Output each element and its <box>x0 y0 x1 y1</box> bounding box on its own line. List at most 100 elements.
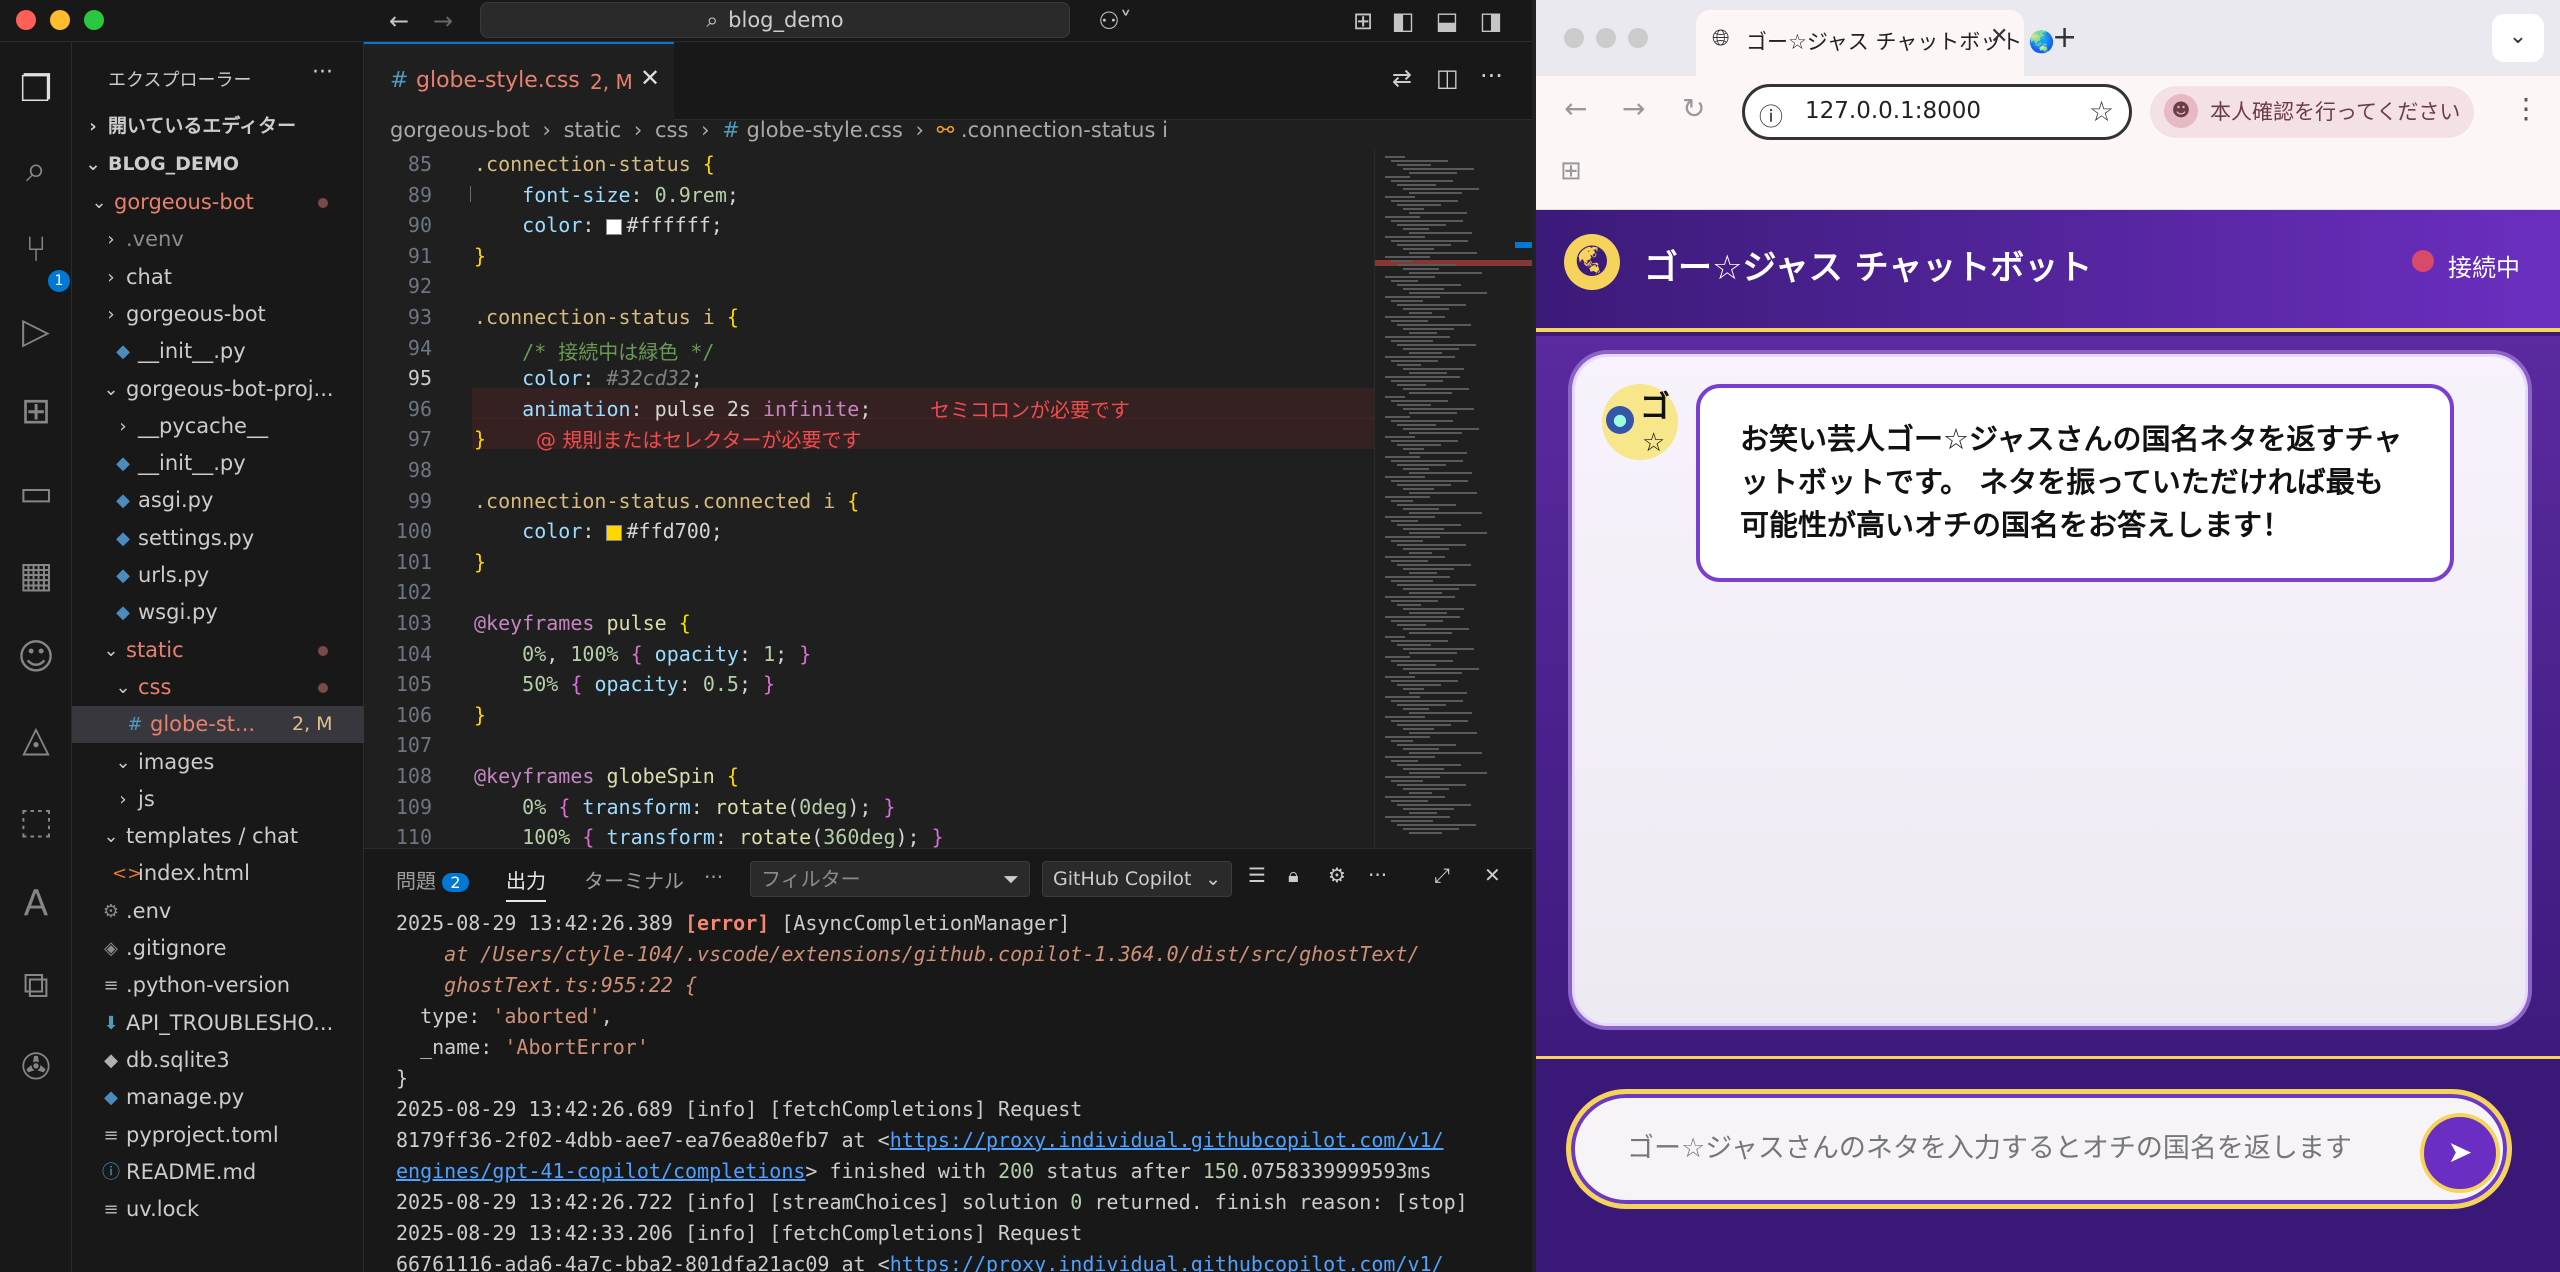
tree-item[interactable]: <> index.html <box>72 855 364 892</box>
bookmark-star-icon[interactable]: ☆ <box>2089 95 2114 128</box>
tree-item[interactable]: ⌄ gorgeous-bot <box>72 184 364 221</box>
more-actions-icon[interactable]: ··· <box>312 60 333 85</box>
tree-item[interactable]: ◆ db.sqlite3 <box>72 1042 364 1079</box>
toggle-secondary-sidebar-icon[interactable]: ◨ <box>1476 6 1506 36</box>
new-tab-icon[interactable]: + <box>2052 20 2077 55</box>
copilot-chat-icon[interactable]: ☺ <box>12 634 60 682</box>
compare-changes-icon[interactable]: ⇄ <box>1392 64 1412 92</box>
calendar-icon[interactable]: ▦ <box>12 552 60 600</box>
remote-explorer-icon[interactable]: ▭ <box>12 470 60 518</box>
tree-item[interactable]: ⌄ static <box>72 632 364 669</box>
tree-item[interactable]: ◆ urls.py <box>72 557 364 594</box>
more-tabs-icon[interactable]: ··· <box>704 865 723 889</box>
clear-output-icon[interactable]: ☰ <box>1248 863 1266 887</box>
send-button[interactable]: ➤ <box>2420 1113 2500 1193</box>
breadcrumb-item[interactable]: .connection-status i <box>961 118 1168 142</box>
reload-icon[interactable]: ↻ <box>1682 92 1705 125</box>
breadcrumb-item[interactable]: globe-style.css <box>747 118 903 142</box>
address-bar[interactable]: ⓘ 127.0.0.1:8000 ☆ <box>1742 84 2132 140</box>
tree-item[interactable]: ⌄ css <box>72 669 364 706</box>
back-arrow-icon[interactable]: ← <box>384 6 414 36</box>
command-center-search[interactable]: ⌕ blog_demo <box>480 2 1070 38</box>
breadcrumb-item[interactable]: static <box>564 118 622 142</box>
editor-more-icon[interactable]: ··· <box>1480 62 1503 90</box>
tree-item[interactable]: › __pycache__ <box>72 408 364 445</box>
forward-arrow-icon[interactable]: → <box>1622 92 1645 125</box>
maximize-window-button[interactable] <box>1628 28 1648 48</box>
tab-search-icon[interactable]: ⌄ <box>2492 14 2544 62</box>
filter-icon[interactable]: ⏷ <box>1003 862 1019 896</box>
extensions-icon[interactable]: ⊞ <box>12 388 60 436</box>
tab-terminal[interactable]: ターミナル <box>584 865 684 894</box>
tree-item[interactable]: ⚙ .env <box>72 893 364 930</box>
tree-item[interactable]: ≡ .python-version <box>72 967 364 1004</box>
breadcrumb-item[interactable]: css <box>655 118 688 142</box>
copilot-icon[interactable]: ⚇˅ <box>1090 6 1140 36</box>
tree-item[interactable]: # globe-st... 2, M <box>72 706 364 744</box>
tree-item[interactable]: › .venv <box>72 221 364 258</box>
azure-icon[interactable]: A <box>12 880 60 928</box>
tree-item[interactable]: ◆ __init__.py <box>72 333 364 370</box>
back-arrow-icon[interactable]: ← <box>1564 92 1587 125</box>
database-icon[interactable]: ⧉ <box>12 962 60 1010</box>
chat-input[interactable]: ゴー☆ジャスさんのネタを入力するとオチの国名を返します <box>1566 1089 2512 1209</box>
containers-icon[interactable]: ⬚ <box>12 798 60 846</box>
minimize-window-button[interactable] <box>1596 28 1616 48</box>
tree-item[interactable]: ⓘ README.md <box>72 1154 364 1191</box>
split-editor-icon[interactable]: ◫ <box>1436 64 1459 92</box>
code-editor[interactable]: 85 .connection-status {89 font-size: 0.9r… <box>364 150 1374 848</box>
toggle-primary-sidebar-icon[interactable]: ◧ <box>1388 6 1418 36</box>
forward-arrow-icon[interactable]: → <box>428 6 458 36</box>
site-info-icon[interactable]: ⓘ <box>1759 97 1783 132</box>
open-editors-section[interactable]: › 開いているエディター <box>72 108 364 145</box>
tree-item[interactable]: ◆ asgi.py <box>72 482 364 519</box>
output-channel-select[interactable]: GitHub Copilot ⌄ <box>1042 861 1232 897</box>
tree-item[interactable]: › gorgeous-bot <box>72 296 364 333</box>
minimap[interactable] <box>1374 150 1532 848</box>
panel-more-icon[interactable]: ··· <box>1368 863 1387 887</box>
tree-item[interactable]: ◆ manage.py <box>72 1079 364 1116</box>
close-window-button[interactable] <box>16 10 36 30</box>
tree-item[interactable]: ⌄ images <box>72 744 364 781</box>
tree-item[interactable]: ◆ __init__.py <box>72 445 364 482</box>
tree-item[interactable]: › chat <box>72 259 364 296</box>
tree-item[interactable]: ◈ .gitignore <box>72 930 364 967</box>
verify-identity-chip[interactable]: ☻ 本人確認を行ってください <box>2150 86 2474 138</box>
run-debug-icon[interactable]: ▷ <box>12 308 60 356</box>
tab-output[interactable]: 出力 <box>506 865 546 902</box>
apps-grid-icon[interactable]: ⊞ <box>1560 156 1582 186</box>
close-window-button[interactable] <box>1564 28 1584 48</box>
tree-item[interactable]: ◆ wsgi.py <box>72 594 364 631</box>
settings-gear-icon[interactable]: ⚙ <box>1328 863 1346 887</box>
tree-item[interactable]: ◆ settings.py <box>72 520 364 557</box>
breadcrumb-item[interactable]: gorgeous-bot <box>390 118 530 142</box>
tree-item[interactable]: ⬇ API_TROUBLESHO... <box>72 1005 364 1042</box>
tree-item[interactable]: › js <box>72 781 364 818</box>
search-icon[interactable]: ⌕ <box>12 146 60 194</box>
chat-messages-card[interactable]: ● ゴ ☆ お笑い芸人ゴー☆ジャスさんの国名ネタを返すチャットボットです。 ネタ… <box>1568 350 2532 1030</box>
browser-menu-icon[interactable]: ⋮ <box>2512 92 2540 125</box>
output-filter-input[interactable]: フィルター ⏷ <box>750 861 1030 897</box>
timeline-icon[interactable]: ◬ <box>12 716 60 764</box>
close-panel-icon[interactable]: ✕ <box>1484 863 1501 887</box>
tree-item[interactable]: ⌄ gorgeous-bot-proj... <box>72 371 364 408</box>
tree-item[interactable]: ≡ pyproject.toml <box>72 1117 364 1154</box>
explorer-icon[interactable]: ❐ <box>12 66 60 114</box>
maximize-panel-icon[interactable]: ⤢ <box>1434 863 1450 887</box>
code-line: 100% { transform: rotate(360deg); } <box>522 825 944 848</box>
kubernetes-icon[interactable]: ✇ <box>12 1044 60 1092</box>
tree-item[interactable]: ⌄ templates / chat <box>72 818 364 855</box>
layout-controls-icon[interactable]: ⊞ <box>1348 6 1378 36</box>
tab-problems[interactable]: 問題 2 <box>396 865 469 894</box>
lock-scroll-icon[interactable]: 🔒︎ <box>1288 863 1299 887</box>
tab-globe-style-css[interactable]: # globe-style.css 2, M ✕ <box>364 42 674 120</box>
browser-tab[interactable]: 🌐︎ ゴー☆ジャス チャットボット 🌏 ✕ <box>1696 10 2055 76</box>
toggle-panel-icon[interactable]: ⬓ <box>1432 6 1462 36</box>
close-tab-icon[interactable]: ✕ <box>1990 24 2008 49</box>
maximize-window-button[interactable] <box>84 10 104 30</box>
tree-item[interactable]: ≡ uv.lock <box>72 1191 364 1228</box>
workspace-section[interactable]: ⌄ BLOG_DEMO <box>72 146 364 183</box>
close-tab-icon[interactable]: ✕ <box>640 64 660 92</box>
minimize-window-button[interactable] <box>50 10 70 30</box>
source-control-icon[interactable]: ⑂ 1 <box>12 226 70 292</box>
